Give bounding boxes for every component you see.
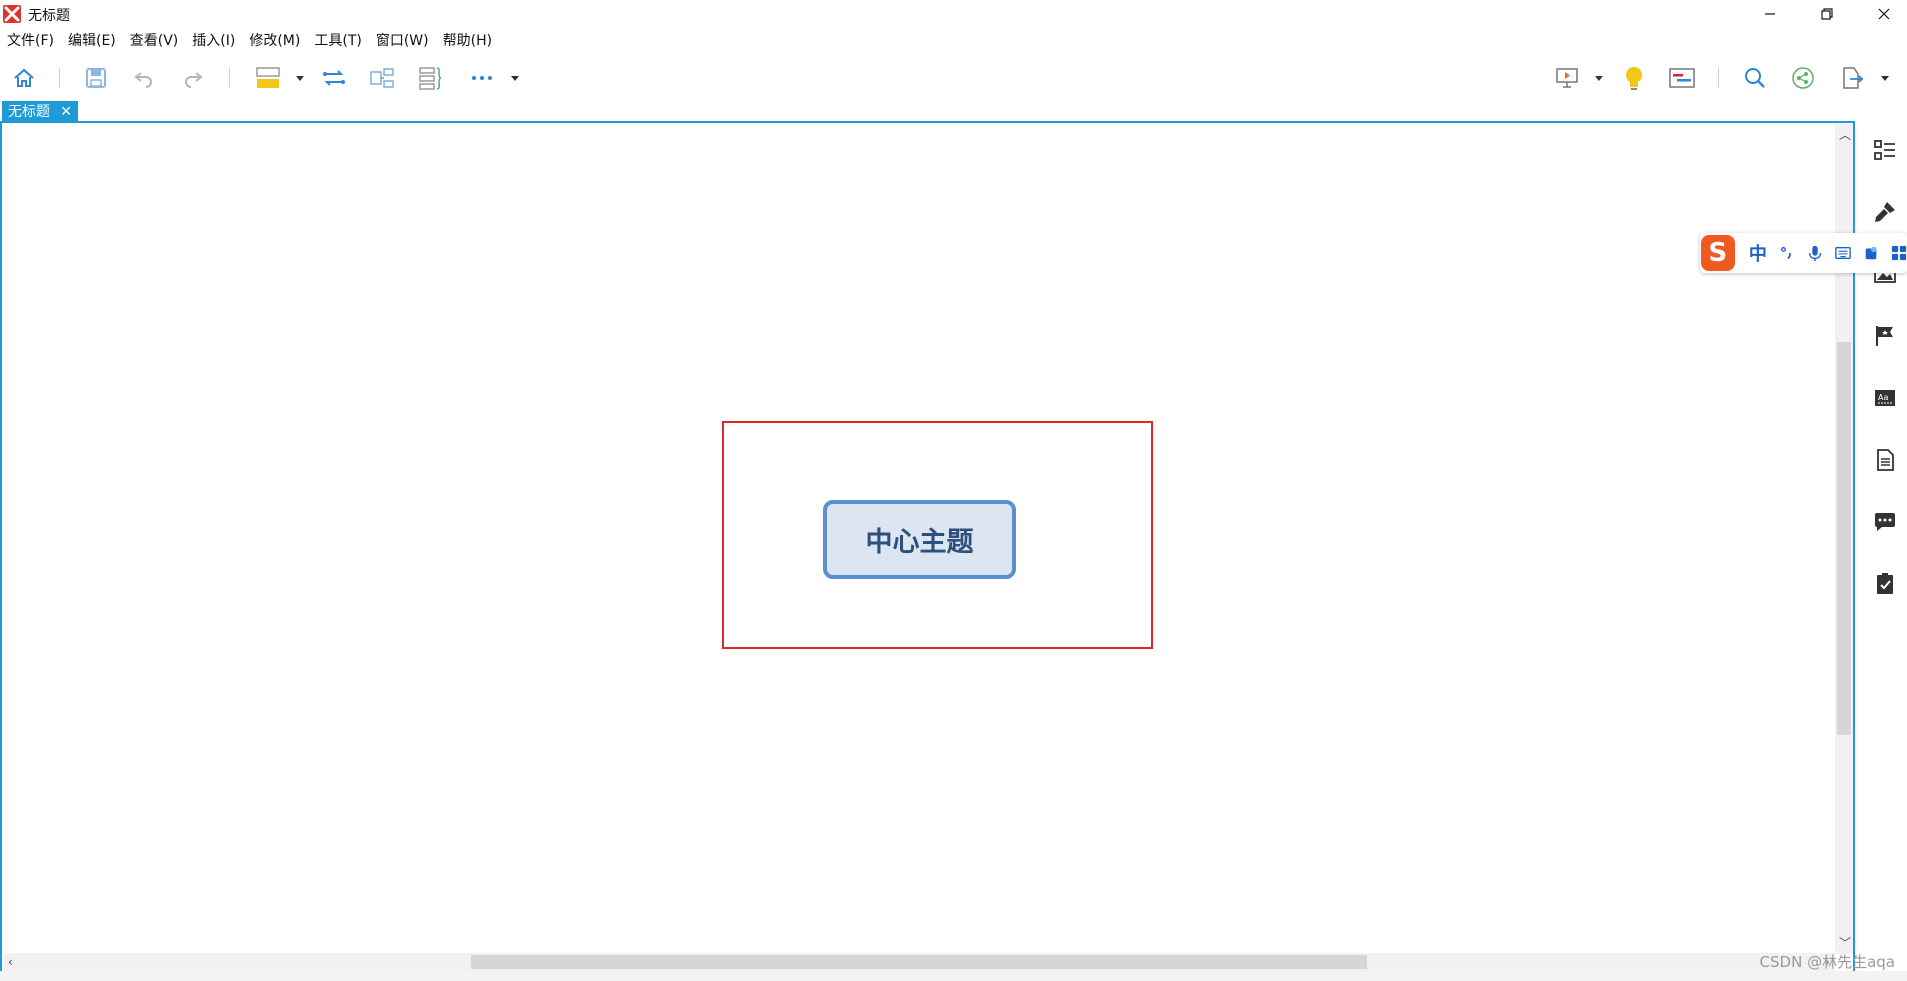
topic-button[interactable] (252, 58, 284, 98)
menu-view[interactable]: 查看(V) (123, 30, 186, 52)
central-topic[interactable]: 中心主题 (823, 500, 1016, 579)
toolbar (0, 58, 1907, 98)
search-icon (1745, 68, 1765, 88)
redo-icon (185, 72, 203, 88)
notes-button[interactable] (1873, 448, 1897, 472)
toolbar-separator (59, 68, 60, 88)
toolbox-icon[interactable] (1891, 244, 1907, 262)
minimize-icon (1765, 13, 1775, 15)
relationship-button[interactable] (318, 58, 350, 98)
presentation-dropdown[interactable] (1589, 58, 1609, 98)
summary-icon (370, 68, 394, 88)
relationship-icon (323, 70, 345, 86)
marker-button[interactable] (1873, 324, 1897, 348)
undo-button[interactable] (128, 58, 160, 98)
restore-button[interactable] (1804, 0, 1850, 28)
undo-icon (134, 72, 152, 88)
scroll-up-icon[interactable]: ︿ (1839, 126, 1851, 143)
marker-icon (1876, 326, 1893, 346)
punctuation-icon[interactable] (1779, 244, 1795, 262)
minimize-button[interactable] (1747, 0, 1793, 28)
brainstorm-button[interactable] (1618, 58, 1650, 98)
task-icon (1877, 573, 1893, 594)
save-icon (86, 68, 106, 88)
format-button[interactable] (1873, 200, 1897, 224)
title-bar (0, 0, 1907, 28)
chevron-down-icon (296, 76, 304, 81)
toolbar-separator (229, 68, 230, 88)
export-button[interactable] (1836, 58, 1868, 98)
export-dropdown[interactable] (1875, 58, 1895, 98)
chevron-down-icon (1881, 76, 1889, 81)
tab-untitled[interactable]: 无标题 ✕ (2, 101, 78, 123)
scroll-left-icon[interactable]: ‹ (8, 955, 13, 969)
home-button[interactable] (8, 58, 40, 98)
boundary-button[interactable] (414, 58, 446, 98)
gantt-icon (1669, 68, 1695, 88)
menu-insert[interactable]: 插入(I) (185, 30, 242, 52)
vertical-scroll-thumb[interactable] (1837, 342, 1851, 735)
close-button[interactable] (1861, 0, 1907, 28)
chevron-down-icon (1595, 76, 1603, 81)
horizontal-scroll-thumb[interactable] (471, 955, 1367, 969)
text-style-icon: Aa (1875, 390, 1895, 406)
status-bar (0, 971, 1907, 981)
chevron-down-icon (511, 76, 519, 81)
presentation-icon (1556, 68, 1578, 88)
search-button[interactable] (1739, 58, 1771, 98)
toolbar-separator (1718, 68, 1719, 88)
menu-modify[interactable]: 修改(M) (242, 30, 307, 52)
microphone-icon[interactable] (1807, 244, 1823, 262)
restore-icon (1821, 8, 1833, 20)
summary-button[interactable] (366, 58, 398, 98)
menu-tools[interactable]: 工具(T) (307, 30, 368, 52)
format-icon (1875, 202, 1895, 222)
watermark: CSDN @林先生aqa (1759, 953, 1895, 971)
tab-close-icon[interactable]: ✕ (60, 101, 72, 123)
comments-button[interactable] (1873, 510, 1897, 534)
ime-language-toggle[interactable]: 中 (1749, 240, 1767, 266)
app-logo (3, 5, 21, 23)
save-button[interactable] (80, 58, 112, 98)
more-dropdown[interactable] (505, 58, 525, 98)
topic-icon (256, 67, 280, 88)
task-button[interactable] (1873, 572, 1897, 596)
boundary-icon (419, 67, 442, 90)
outline-button[interactable] (1873, 138, 1897, 162)
menu-help[interactable]: 帮助(H) (436, 30, 499, 52)
share-button[interactable] (1787, 58, 1819, 98)
text-style-button[interactable]: Aa (1873, 386, 1897, 410)
presentation-button[interactable] (1551, 58, 1583, 98)
menu-bar: 文件(F) 编辑(E) 查看(V) 插入(I) 修改(M) 工具(T) 窗口(W… (0, 30, 499, 52)
svg-text:Aa: Aa (1878, 393, 1888, 402)
ime-toolbar[interactable]: S 中 (1700, 233, 1907, 273)
tab-label: 无标题 (8, 104, 50, 120)
menu-file[interactable]: 文件(F) (0, 30, 61, 52)
keyboard-icon[interactable] (1835, 244, 1851, 262)
idea-icon (1626, 67, 1642, 90)
export-icon (1843, 67, 1864, 89)
outline-icon (1874, 140, 1895, 160)
share-icon (1792, 67, 1814, 89)
more-icon (472, 76, 492, 80)
ime-logo[interactable]: S (1701, 235, 1735, 271)
home-icon (14, 68, 34, 87)
close-icon (1878, 8, 1890, 20)
notes-icon (1877, 449, 1894, 471)
menu-window[interactable]: 窗口(W) (369, 30, 436, 52)
topic-dropdown[interactable] (290, 58, 310, 98)
comments-icon (1875, 513, 1895, 531)
redo-button[interactable] (177, 58, 209, 98)
window-title: 无标题 (28, 8, 70, 24)
gantt-button[interactable] (1666, 58, 1698, 98)
scroll-down-icon[interactable]: ﹀ (1839, 934, 1851, 951)
more-button[interactable] (466, 58, 498, 98)
menu-edit[interactable]: 编辑(E) (61, 30, 123, 52)
skin-icon[interactable] (1863, 244, 1879, 262)
